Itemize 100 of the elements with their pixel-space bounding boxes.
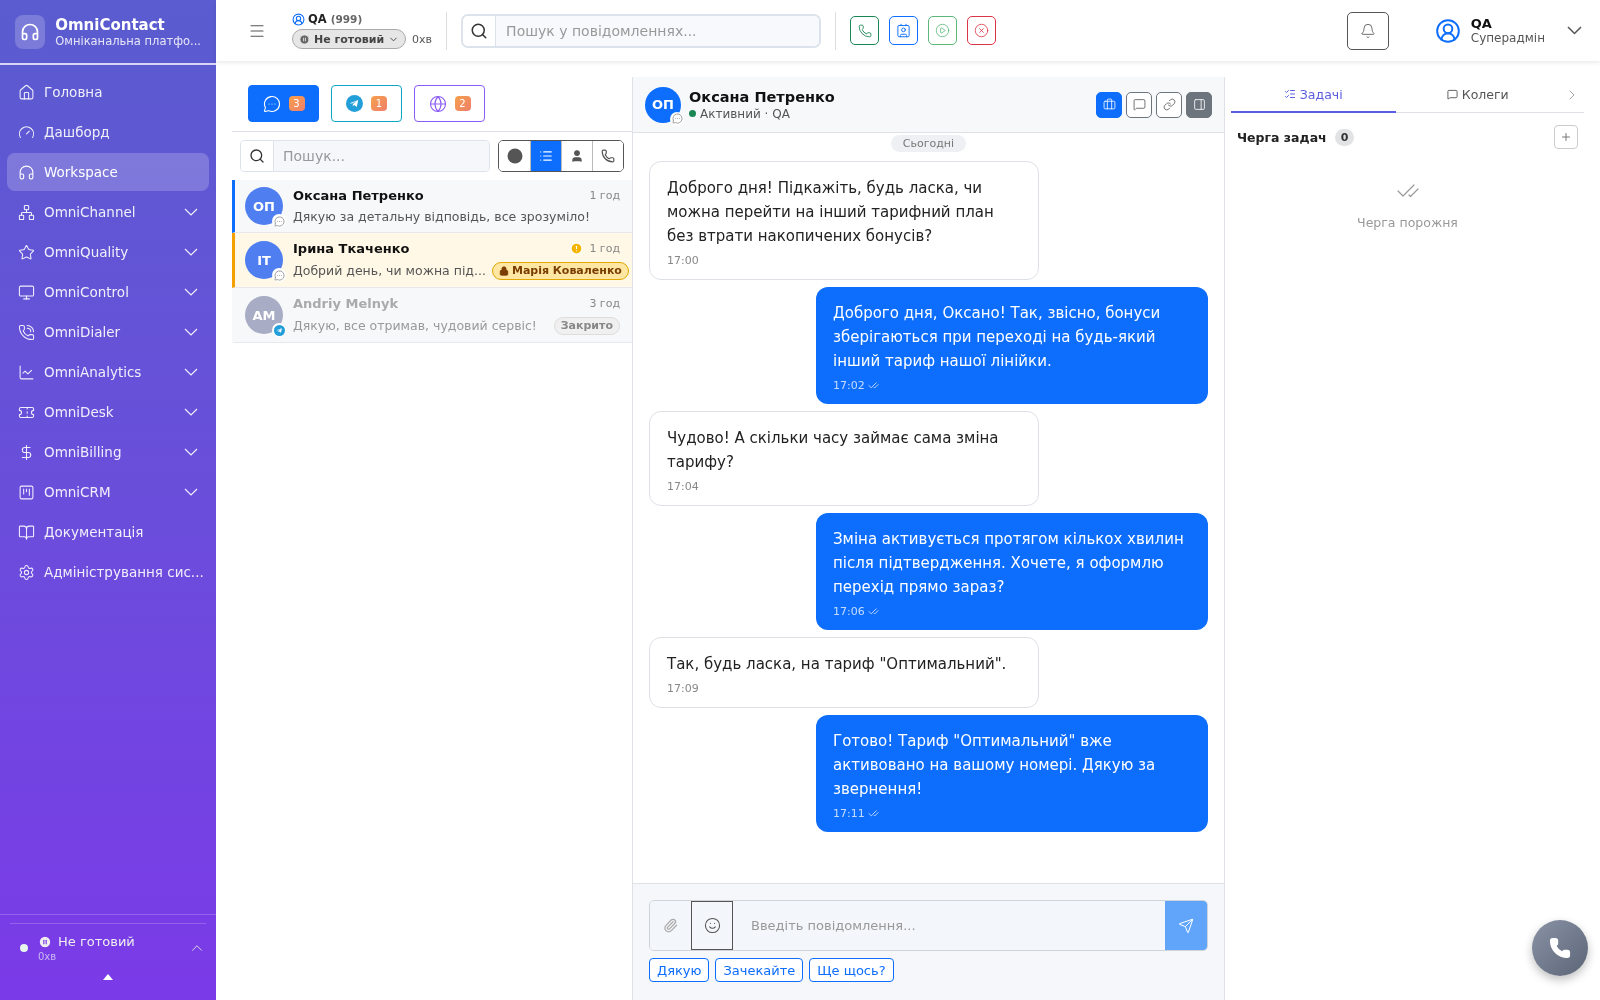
contact-name: Оксана Петренко — [293, 188, 425, 203]
panel-tab[interactable]: Задачі — [1231, 77, 1396, 113]
link-icon — [1162, 98, 1176, 111]
link-button[interactable] — [1156, 91, 1182, 118]
briefcase-button[interactable] — [1096, 91, 1122, 118]
monitor-icon — [18, 283, 35, 301]
panel-tab[interactable]: Колеги — [1395, 77, 1560, 113]
emoji-button[interactable] — [691, 901, 733, 950]
nav-item[interactable]: Документація — [7, 513, 209, 551]
chat-bubble-icon — [273, 269, 285, 281]
globe-icon — [428, 94, 447, 113]
nav-item[interactable]: Головна — [7, 73, 209, 111]
nav-item[interactable]: OmniChannel — [7, 193, 209, 231]
count-badge: 0 — [1334, 128, 1355, 146]
message-time: 3 год — [589, 296, 620, 310]
filter-button[interactable] — [592, 141, 623, 171]
plus-icon — [1560, 131, 1572, 143]
nav-item[interactable]: OmniBilling — [7, 433, 209, 471]
quick-reply-button[interactable]: Зачекайте — [715, 958, 804, 982]
nav-item[interactable]: Адміністрування сис... — [7, 553, 209, 591]
phone-icon — [1549, 937, 1571, 959]
user-icon — [570, 149, 584, 163]
chat-bubble-button[interactable] — [1126, 91, 1152, 118]
status-dot — [20, 944, 28, 952]
caret-icon[interactable] — [103, 974, 113, 980]
pause-icon — [38, 934, 52, 949]
nav-item[interactable]: OmniQuality — [7, 233, 209, 271]
count-badge: 2 — [454, 96, 471, 111]
message-text: Готово! Тариф "Оптимальний" вже активовано на вашому номері. Дякую за звернення! — [833, 731, 1157, 800]
close-button[interactable] — [967, 16, 997, 45]
empty-text: Черга порожня — [1357, 215, 1458, 230]
quick-reply-button[interactable]: Дякую — [649, 958, 710, 982]
contact-name: Ірина Ткаченко — [293, 240, 411, 256]
contact-status: Активний · QA — [700, 106, 790, 121]
bell-icon — [1359, 22, 1376, 39]
chat-bubble-icon — [273, 215, 285, 227]
user-avatar-icon[interactable] — [1434, 17, 1461, 44]
message-text: Доброго дня! Підкажіть, будь ласка, чи можна перейти на інший тарифний план без втрати накопичених бонусів? — [667, 178, 995, 247]
nav-item[interactable]: OmniControl — [7, 273, 209, 311]
avatar: ОП — [645, 86, 681, 123]
date-label: Сьогодні — [890, 135, 967, 152]
lock-icon — [498, 265, 509, 276]
chat-bubble-icon — [1132, 98, 1146, 111]
pause-icon — [299, 33, 310, 45]
panel-button[interactable] — [1186, 91, 1212, 118]
message-time: 17:09 — [667, 682, 699, 695]
kanban-icon — [18, 483, 35, 501]
nav-item[interactable]: OmniCRM — [7, 473, 209, 511]
message-time: 17:02 — [833, 379, 865, 392]
headphones-icon — [18, 163, 35, 181]
queue-title: Черга задач — [1237, 129, 1327, 145]
user-role: Суперадмін — [1470, 31, 1545, 45]
status-dropdown[interactable]: Не готовий — [292, 29, 407, 49]
play-button[interactable] — [928, 16, 958, 45]
avatar: ІТ — [245, 241, 283, 279]
briefcase-icon — [1102, 98, 1116, 111]
nav-item[interactable]: Дашборд — [7, 113, 209, 151]
call-button[interactable] — [1532, 920, 1588, 976]
nav-item[interactable]: Workspace — [7, 153, 209, 191]
phone-icon — [857, 23, 872, 38]
network-icon — [18, 203, 35, 221]
message-time: 17:06 — [833, 605, 865, 618]
message-preview: Дякую, все отримав, чудовий сервіс! — [293, 318, 538, 333]
circle-icon — [506, 148, 523, 164]
smiley-icon — [703, 917, 721, 934]
avatar: AM — [245, 296, 283, 334]
paper-plane-icon — [273, 324, 285, 336]
conversation-row[interactable]: ОП Оксана Петренко 1 год Дякую за детальну відповідь, все зрозуміло! — [232, 180, 632, 233]
status-badge: Закрито — [553, 316, 620, 335]
search-field[interactable]: Пошук у повідомленнях... — [461, 13, 822, 48]
contact-name: Andriy Melnyk — [293, 295, 400, 311]
star-icon — [18, 243, 35, 261]
paperclip-icon — [663, 918, 678, 933]
chevron-down-icon — [1567, 26, 1582, 35]
nav-item[interactable]: OmniDesk — [7, 393, 209, 431]
conversation-row[interactable]: ІТ Ірина Ткаченко 1 год Добрий день, чи можна під... Марія Коваленко — [232, 233, 632, 288]
message-text: Так, будь ласка, на тариф "Оптимальний". — [667, 654, 1008, 675]
contact-card-icon — [896, 23, 912, 38]
phone-icon — [601, 149, 615, 163]
online-dot — [689, 110, 696, 117]
call-button[interactable] — [850, 16, 880, 45]
chat-bubble-icon — [1446, 88, 1458, 100]
notifications-button[interactable] — [1346, 11, 1389, 50]
message-text: Доброго дня, Оксано! Так, звісно, бонуси зберігаються при переході на будь-який інший тариф нашої лінійки. — [833, 303, 1162, 372]
nav-item[interactable]: OmniDialer — [7, 313, 209, 351]
message-field[interactable]: Введіть повідомлення... — [649, 900, 1208, 951]
settings-icon — [18, 563, 35, 581]
quick-reply-button[interactable]: Ще щось? — [809, 958, 894, 982]
conversation-row[interactable]: AM Andriy Melnyk 3 год Дякую, все отримав, чудовий сервіс! Закрито — [232, 288, 632, 343]
status-time: 0хв — [412, 32, 433, 46]
search-field[interactable]: Пошук... — [240, 140, 490, 172]
contact-card-button[interactable] — [889, 16, 919, 45]
count-badge: 1 — [371, 96, 387, 111]
nav-item[interactable]: OmniAnalytics — [7, 353, 209, 391]
brand-subtitle: Омніканальна платфо... — [55, 33, 201, 48]
message-time: 17:00 — [667, 254, 699, 267]
message-time: 1 год — [589, 241, 620, 255]
list-icon — [539, 149, 553, 163]
user-name: QA — [1470, 16, 1493, 31]
search-icon — [249, 148, 265, 164]
